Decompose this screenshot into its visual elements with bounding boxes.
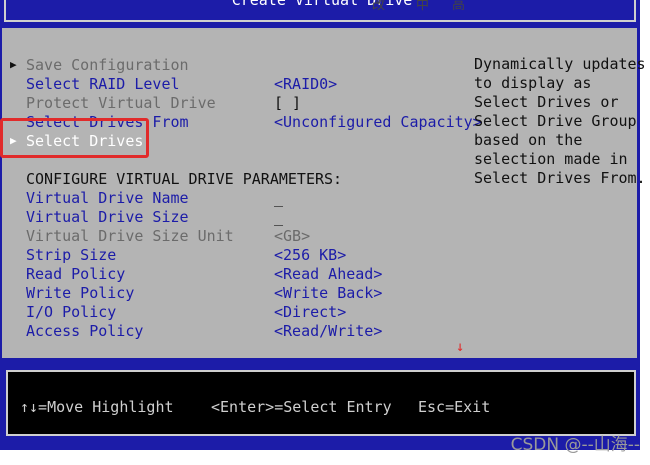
help-line: based on the xyxy=(474,131,583,149)
menu-item-read-policy[interactable]: Read Policy xyxy=(26,265,125,283)
value-virtual-drive-size-unit[interactable]: <GB> xyxy=(274,227,310,245)
status-exit: Esc=Exit xyxy=(418,398,491,416)
menu-item-access-policy[interactable]: Access Policy xyxy=(26,322,143,340)
menu-item-protect-virtual-drive[interactable]: Protect Virtual Drive xyxy=(26,94,216,112)
checkbox-protect-virtual-drive[interactable]: [ ] xyxy=(274,94,301,112)
menu-item-io-policy[interactable]: I/O Policy xyxy=(26,303,116,321)
help-line: Select Drive Group xyxy=(474,112,637,130)
value-raid-level[interactable]: <RAID0> xyxy=(274,75,337,93)
scroll-down-arrow-icon: ↓ xyxy=(456,339,465,355)
status-move-highlight: ↑↓=Move Highlight xyxy=(20,398,174,416)
title-bar: Create Virtual Drive 改 中 高 xyxy=(0,0,640,28)
menu-item-virtual-drive-size[interactable]: Virtual Drive Size xyxy=(26,208,189,226)
help-line: Select Drives or xyxy=(474,93,619,111)
value-write-policy[interactable]: <Write Back> xyxy=(274,284,382,302)
value-select-drives-from[interactable]: <Unconfigured Capacity> xyxy=(274,113,482,131)
input-virtual-drive-name[interactable]: _ xyxy=(274,189,283,207)
help-panel: Dynamically updates to display as Select… xyxy=(474,55,646,188)
title-fragment-1: 改 xyxy=(372,0,386,13)
help-line: Dynamically updates xyxy=(474,55,646,73)
value-io-policy[interactable]: <Direct> xyxy=(274,303,346,321)
menu-item-virtual-drive-name[interactable]: Virtual Drive Name xyxy=(26,189,189,207)
menu-item-virtual-drive-size-unit[interactable]: Virtual Drive Size Unit xyxy=(26,227,234,245)
menu-item-select-raid-level[interactable]: Select RAID Level xyxy=(26,75,180,93)
title-fragment-2: 中 xyxy=(416,0,430,13)
value-read-policy[interactable]: <Read Ahead> xyxy=(274,265,382,283)
section-header: CONFIGURE VIRTUAL DRIVE PARAMETERS: xyxy=(26,170,343,188)
input-virtual-drive-size[interactable]: _ xyxy=(274,208,283,226)
help-line: to display as xyxy=(474,74,592,92)
status-select-entry: <Enter>=Select Entry xyxy=(211,398,392,416)
menu-item-strip-size[interactable]: Strip Size xyxy=(26,246,116,264)
title-fragment-3: 高 xyxy=(452,0,466,13)
help-line: selection made in xyxy=(474,150,628,168)
value-strip-size[interactable]: <256 KB> xyxy=(274,246,346,264)
help-line: Select Drives From. xyxy=(474,169,646,187)
title-frame: Create Virtual Drive xyxy=(4,0,636,22)
highlight-annotation-box xyxy=(0,118,149,158)
window-title: Create Virtual Drive xyxy=(231,0,413,9)
menu-item-save-configuration[interactable]: Save Configuration xyxy=(26,56,189,74)
submenu-arrow-icon: ▶ xyxy=(10,58,17,71)
menu-item-write-policy[interactable]: Write Policy xyxy=(26,284,134,302)
value-access-policy[interactable]: <Read/Write> xyxy=(274,322,382,340)
bios-screen: Create Virtual Drive 改 中 高 ▶ Save Config… xyxy=(0,0,650,465)
watermark: CSDN @--山海-- xyxy=(510,435,640,455)
